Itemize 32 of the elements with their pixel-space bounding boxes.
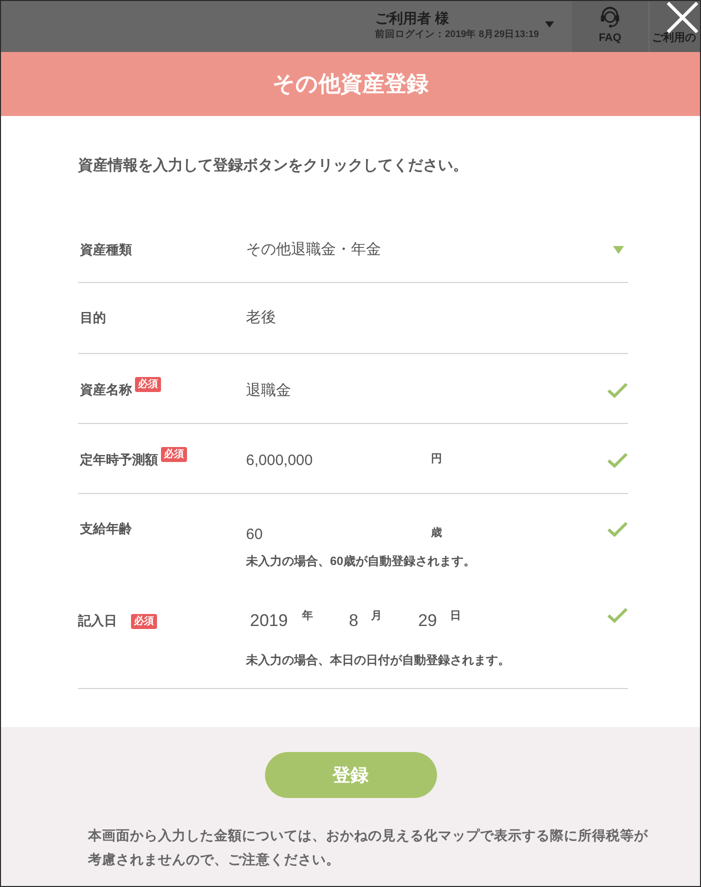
field-label: 資産種類	[80, 241, 132, 259]
field-label: 目的	[80, 309, 106, 327]
field-label: 資産名称	[80, 381, 132, 399]
unit-label: 月	[371, 609, 382, 623]
hint-text: 未入力の場合、60歳が自動登録されます。	[246, 553, 476, 570]
headset-icon	[599, 5, 621, 29]
caret-icon[interactable]	[545, 21, 554, 28]
unit-label: 年	[302, 609, 313, 623]
notice-text: 本画面から入力した金額については、おかねの見える化マップで表示する際に所得税等が考慮されませんので、ご注意ください。	[88, 827, 649, 869]
dropdown[interactable]: その他退職金・年金	[246, 240, 628, 260]
required-badge: 必須	[161, 447, 187, 462]
text-field[interactable]: 60	[246, 523, 428, 545]
required-badge: 必須	[135, 377, 161, 392]
close-icon[interactable]	[667, 2, 698, 33]
caret-icon	[613, 246, 624, 254]
unit-label: 日	[450, 609, 462, 623]
text-field[interactable]: 6,000,000	[246, 449, 428, 471]
hint-text: 未入力の場合、本日の日付が自動登録されます。	[246, 652, 511, 669]
date-field[interactable]: 8	[348, 609, 362, 633]
date-field[interactable]: 2019	[250, 609, 293, 633]
field-label: 記入日	[78, 612, 117, 630]
unit-label: 円	[431, 452, 442, 466]
date-field[interactable]: 29	[418, 609, 442, 633]
unit-label: 歳	[431, 526, 442, 540]
instruction-text: 資産情報を入力して登録ボタンをクリックしてください。	[78, 156, 469, 176]
user-name: ご利用者 様	[375, 9, 450, 27]
dialog-title: その他資産登録	[272, 70, 428, 98]
field-value: 老後	[246, 308, 277, 328]
field-label: 定年時予測額	[80, 451, 158, 469]
required-badge: 必須	[131, 614, 157, 629]
field-label: 支給年齢	[80, 520, 132, 538]
text-field[interactable]: 退職金	[246, 379, 576, 401]
